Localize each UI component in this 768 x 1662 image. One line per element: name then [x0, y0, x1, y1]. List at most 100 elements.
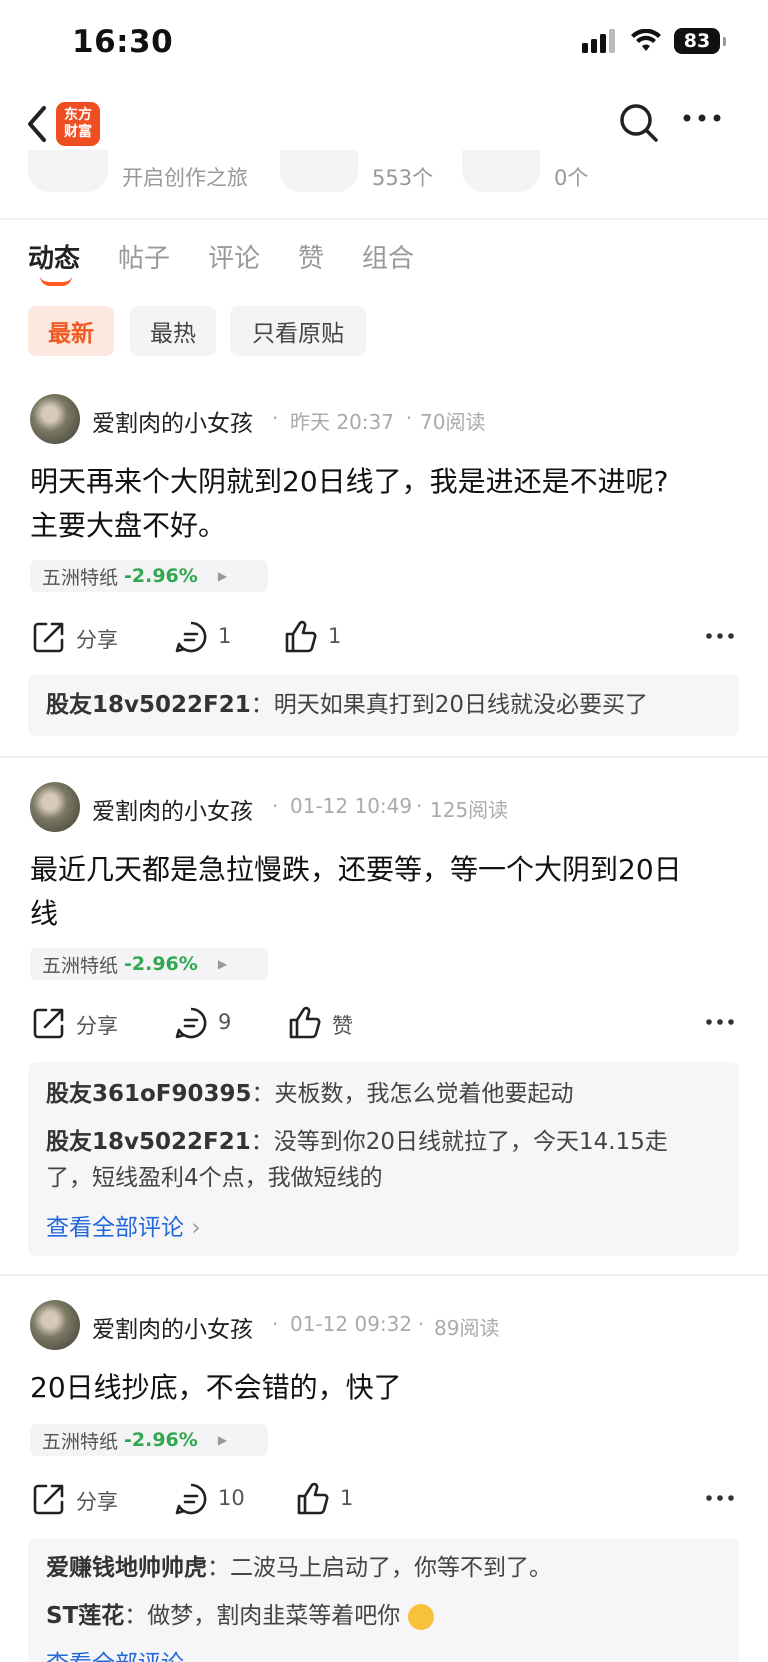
post-text-line[interactable]: 最近几天都是急拉慢跌，还要等，等一个大阴到20日: [30, 848, 736, 892]
comment-text-line: 了，短线盈利4个点，我做短线的: [46, 1165, 383, 1191]
comment-preview[interactable]: 股友18v5022F21：明天如果真打到20日线就没必要买了: [28, 674, 739, 736]
avatar[interactable]: [30, 394, 80, 444]
post-meta-sep: ·: [418, 1312, 425, 1336]
like-count[interactable]: 1: [328, 624, 341, 648]
comment-preview[interactable]: 股友361oF90395：夹板数，我怎么觉着他要起动 股友18v5022F21：…: [28, 1062, 739, 1256]
more-icon[interactable]: [682, 112, 722, 124]
post-author[interactable]: 爱割肉的小女孩: [92, 792, 253, 826]
search-icon[interactable]: [618, 102, 660, 144]
wifi-icon: [631, 29, 661, 51]
post-text-line[interactable]: 主要大盘不好。: [30, 504, 736, 548]
post-text-line[interactable]: 明天再来个大阴就到20日线了，我是进还是不进呢?: [30, 460, 736, 504]
share-label[interactable]: 分享: [76, 1486, 118, 1516]
post-more-icon[interactable]: [706, 1018, 734, 1026]
fans-stat-count[interactable]: 553个: [372, 162, 433, 192]
zero-stat-count[interactable]: 0个: [554, 162, 588, 192]
app-logo[interactable]: 东方 财富: [56, 102, 100, 146]
stock-change: -2.96%: [124, 953, 198, 975]
stock-name: 五洲特纸: [42, 954, 119, 977]
section-divider: [0, 218, 768, 220]
status-time: 16:30: [72, 24, 174, 60]
stock-change: -2.96%: [124, 1429, 198, 1451]
post-author[interactable]: 爱割肉的小女孩: [92, 1310, 253, 1344]
see-all-comments-link[interactable]: 查看全部评论: [46, 1644, 184, 1662]
filter-original-only[interactable]: 只看原贴: [230, 306, 366, 356]
avatar[interactable]: [30, 1300, 80, 1350]
stock-tag[interactable]: 五洲特纸 -2.96% ▶: [30, 948, 268, 980]
status-icons: 83: [582, 28, 726, 54]
stock-tag[interactable]: 五洲特纸 -2.96% ▶: [30, 1424, 268, 1456]
logo-line1: 东方: [64, 107, 92, 123]
comment-user[interactable]: ST莲花: [46, 1603, 124, 1629]
sweat-emoji-icon: [407, 1603, 434, 1630]
fans-stat-icon[interactable]: [280, 150, 358, 192]
post-meta-sep: ·: [272, 1312, 279, 1336]
post-more-icon[interactable]: [706, 632, 734, 640]
comment-count[interactable]: 1: [218, 624, 231, 648]
comment-item[interactable]: 股友361oF90395：夹板数，我怎么觉着他要起动: [46, 1076, 696, 1112]
post-time: 01-12 09:32: [290, 1312, 413, 1336]
post-reads: 125阅读: [430, 798, 509, 822]
post-time: 01-12 10:49: [290, 794, 413, 818]
comment-user[interactable]: 股友361oF90395: [46, 1081, 252, 1107]
zero-stat-icon[interactable]: [462, 150, 540, 192]
post-author[interactable]: 爱割肉的小女孩: [92, 404, 253, 438]
comment-count[interactable]: 10: [218, 1486, 245, 1510]
see-all-label: 查看全部评论: [46, 1651, 184, 1662]
comment-user[interactable]: 股友18v5022F21: [46, 692, 251, 718]
comment-item[interactable]: 股友18v5022F21：明天如果真打到20日线就没必要买了: [46, 687, 696, 723]
post-text-line[interactable]: 20日线抄底，不会错的，快了: [30, 1366, 736, 1410]
create-stat-text[interactable]: 开启创作之旅: [122, 162, 248, 192]
filter-latest[interactable]: 最新: [28, 306, 114, 356]
like-icon[interactable]: [296, 1482, 330, 1516]
tab-likes[interactable]: 赞: [298, 238, 324, 275]
post-divider: [0, 756, 768, 758]
share-label[interactable]: 分享: [76, 1010, 118, 1040]
share-icon[interactable]: [32, 620, 66, 654]
see-all-label: 查看全部评论: [46, 1215, 184, 1241]
comment-text: 做梦，割肉韭菜等着吧你: [147, 1603, 401, 1629]
comment-user[interactable]: 股友18v5022F21: [46, 1129, 251, 1155]
post-time: 昨天 20:37: [290, 410, 394, 434]
comment-text: 二波马上启动了，你等不到了。: [230, 1555, 552, 1581]
share-icon[interactable]: [32, 1482, 66, 1516]
share-label[interactable]: 分享: [76, 624, 118, 654]
comment-icon[interactable]: [174, 620, 208, 654]
comment-item[interactable]: 股友18v5022F21：没等到你20日线就拉了，今天14.15走: [46, 1124, 696, 1160]
tab-dynamics[interactable]: 动态: [28, 238, 80, 275]
tab-portfolio[interactable]: 组合: [362, 238, 414, 275]
stock-name: 五洲特纸: [42, 566, 119, 589]
stock-tag[interactable]: 五洲特纸 -2.96% ▶: [30, 560, 268, 592]
post-reads: 70阅读: [420, 410, 486, 434]
tab-posts[interactable]: 帖子: [118, 238, 170, 275]
battery-icon: 83: [674, 28, 726, 54]
post-meta-sep: ·: [272, 406, 279, 430]
chevron-right-icon: ›: [191, 1215, 201, 1241]
stock-name: 五洲特纸: [42, 1430, 119, 1453]
post-text-line[interactable]: 线: [30, 892, 736, 936]
avatar[interactable]: [30, 782, 80, 832]
like-count[interactable]: 1: [340, 1486, 353, 1510]
comment-preview[interactable]: 爱赚钱地帅帅虎：二波马上启动了，你等不到了。 ST莲花：做梦，割肉韭菜等着吧你 …: [28, 1538, 739, 1662]
filter-hottest[interactable]: 最热: [130, 306, 216, 356]
comment-icon[interactable]: [174, 1482, 208, 1516]
back-arrow-icon[interactable]: [24, 104, 48, 144]
stock-change: -2.96%: [124, 565, 198, 587]
play-arrow-icon: ▶: [217, 569, 228, 583]
share-icon[interactable]: [32, 1006, 66, 1040]
post-card: [0, 388, 768, 398]
post-reads: 89阅读: [434, 1316, 500, 1340]
comment-count[interactable]: 9: [218, 1010, 231, 1034]
comment-item[interactable]: ST莲花：做梦，割肉韭菜等着吧你: [46, 1598, 696, 1634]
comment-text: 夹板数，我怎么觉着他要起动: [274, 1081, 574, 1107]
like-icon[interactable]: [284, 620, 318, 654]
like-label[interactable]: 赞: [332, 1010, 353, 1040]
comment-user[interactable]: 爱赚钱地帅帅虎: [46, 1555, 207, 1581]
see-all-comments-link[interactable]: 查看全部评论 ›: [46, 1208, 201, 1242]
tab-comments[interactable]: 评论: [208, 238, 260, 275]
comment-icon[interactable]: [174, 1006, 208, 1040]
post-more-icon[interactable]: [706, 1494, 734, 1502]
comment-item[interactable]: 爱赚钱地帅帅虎：二波马上启动了，你等不到了。: [46, 1550, 696, 1586]
create-stat-icon[interactable]: [28, 150, 108, 192]
like-icon[interactable]: [288, 1006, 322, 1040]
